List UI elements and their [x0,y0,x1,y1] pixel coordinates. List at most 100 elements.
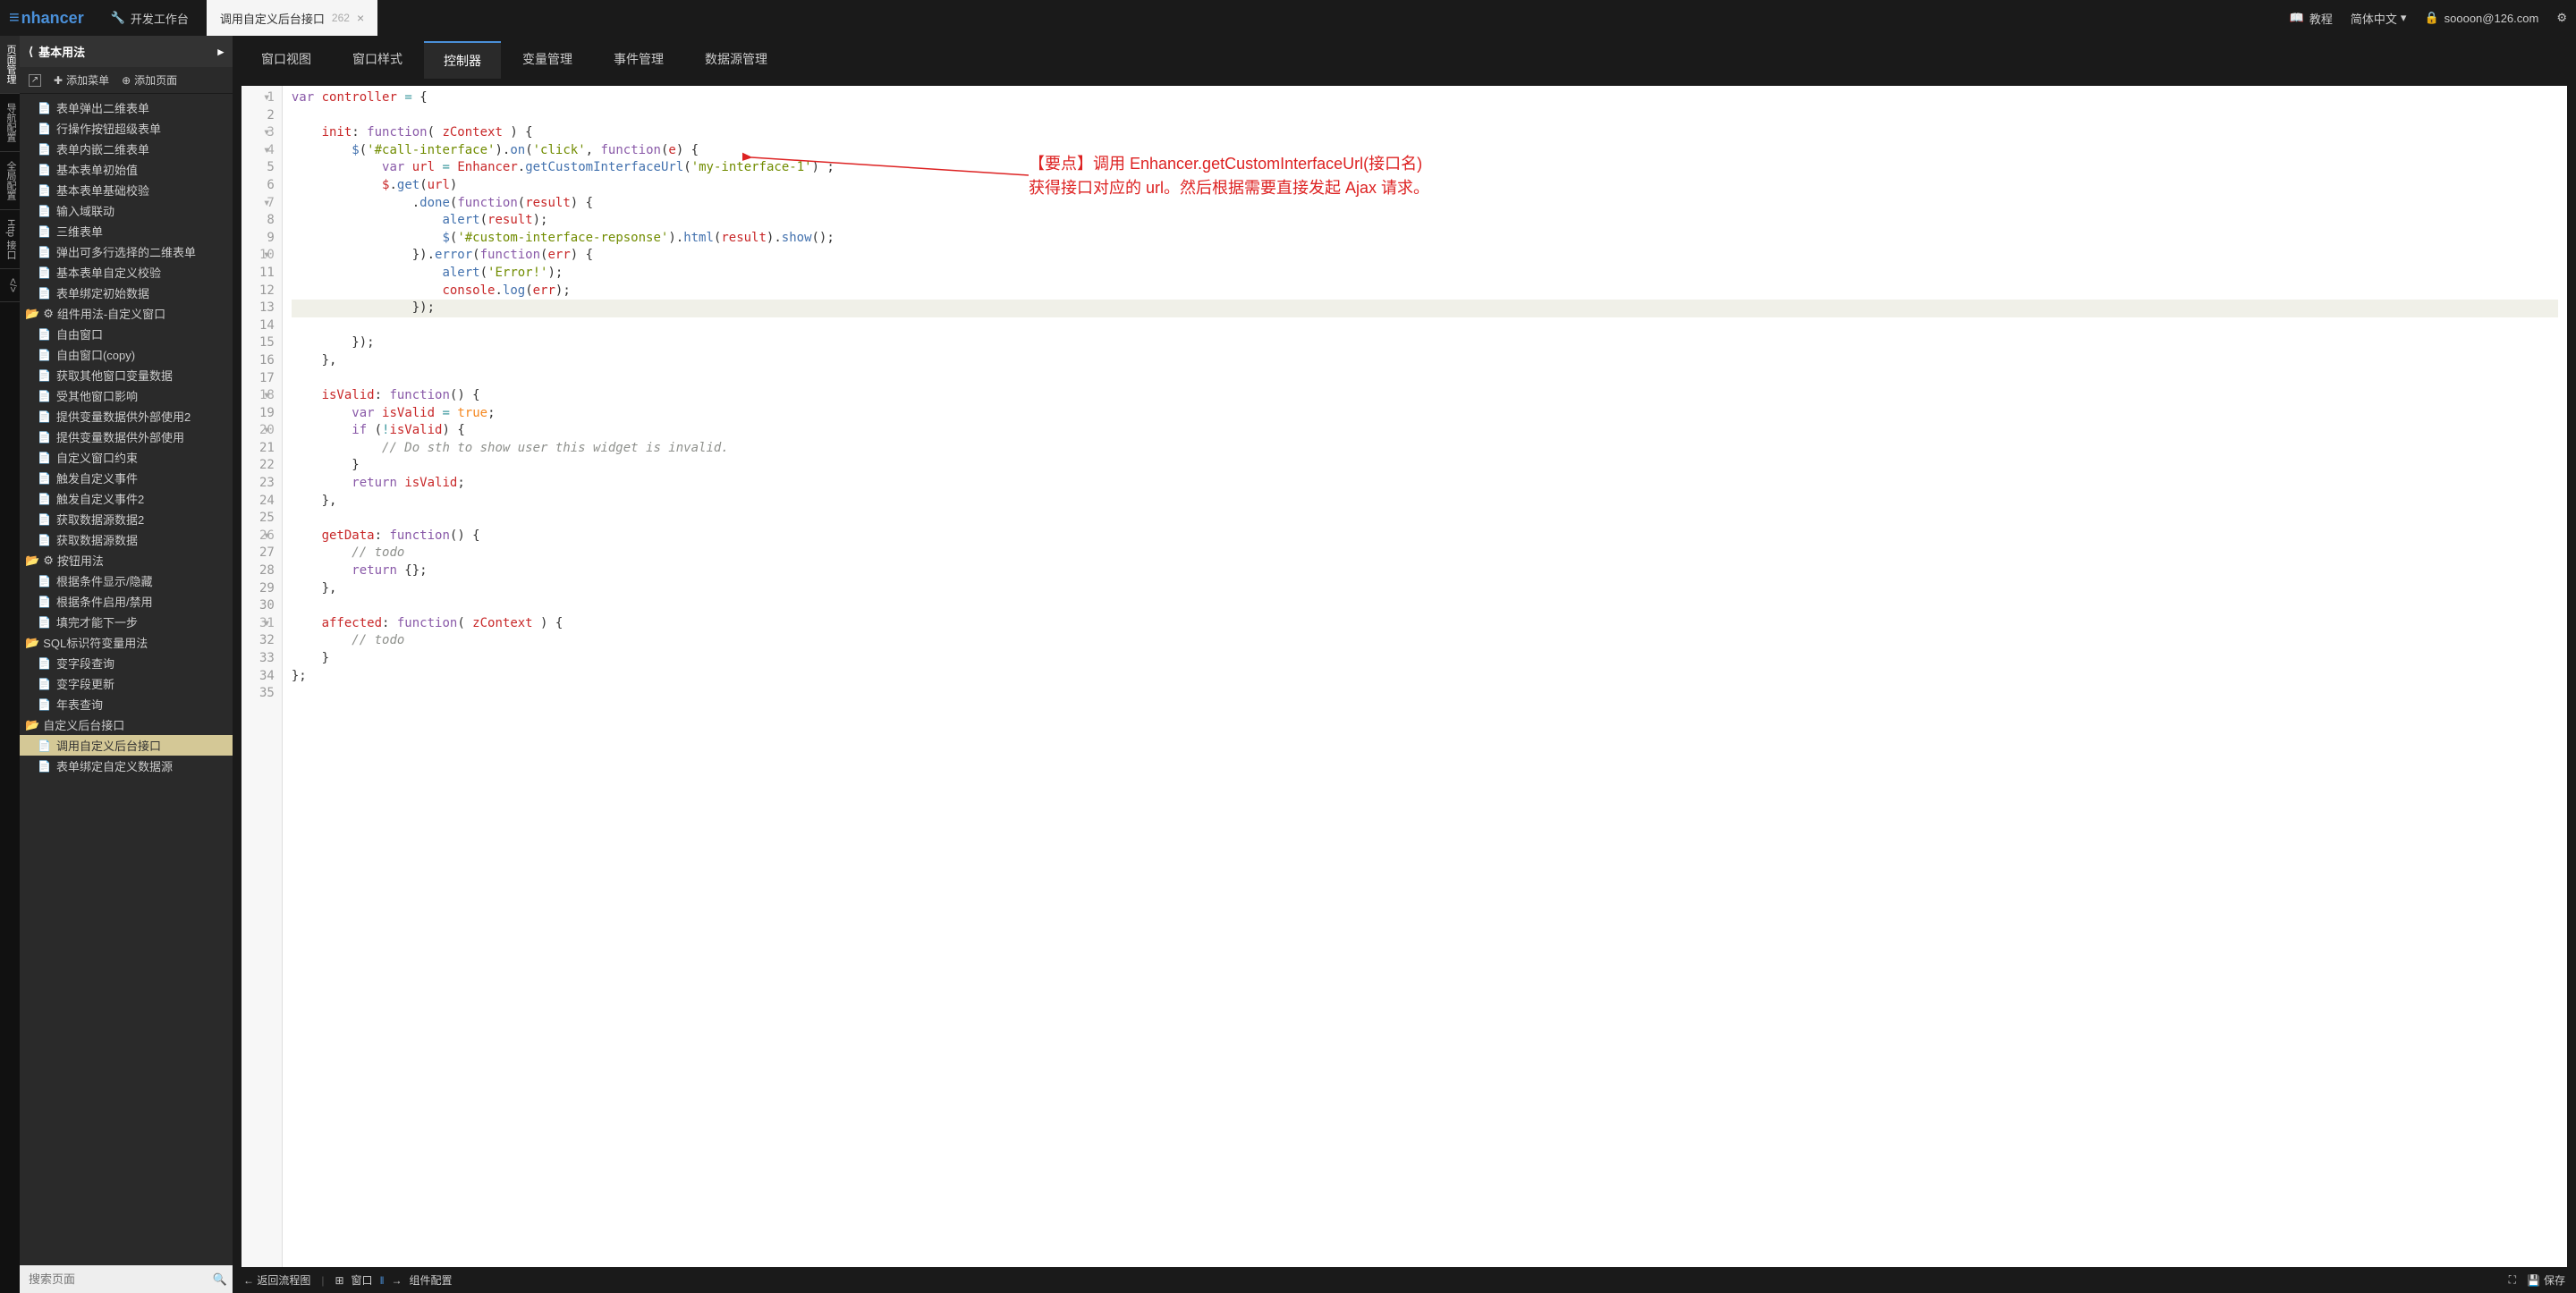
gear-icon[interactable]: ⚙ [2556,11,2567,25]
tree-item[interactable]: 📄三维表单 [20,221,233,241]
add-page-action[interactable]: ⊕添加页面 [122,72,177,88]
tree-group[interactable]: 📂SQL标识符变量用法 [20,632,233,653]
tree-item[interactable]: 📄自由窗口 [20,324,233,344]
tree-item[interactable]: 📄自定义窗口约束 [20,447,233,468]
open-tab[interactable]: 调用自定义后台接口 262 × [207,0,377,36]
user-menu[interactable]: 🔒 soooon@126.com [2424,11,2538,25]
tree-item[interactable]: 📄基本表单基础校验 [20,180,233,200]
tree-item[interactable]: 📄表单弹出二维表单 [20,97,233,118]
header-right: 📖 教程 简体中文 ▾ 🔒 soooon@126.com ⚙ [2290,10,2567,27]
footer: ← 返回流程图 | ⊞ 窗口 ‖ → 组件配置 ⛶ 💾 保存 [233,1267,2576,1293]
tree-item[interactable]: 📄弹出可多行选择的二维表单 [20,241,233,262]
tree-item[interactable]: 📄提供变量数据供外部使用 [20,427,233,447]
add-menu-action[interactable]: ✚添加菜单 [54,72,109,88]
tree-item[interactable]: 📄行操作按钮超级表单 [20,118,233,139]
gear-icon: ⚙ [43,307,54,321]
plus-circle-icon: ⊕ [122,74,131,87]
tree-item[interactable]: 📄输入域联动 [20,200,233,221]
tutorial-link[interactable]: 📖 教程 [2290,10,2333,27]
tree-group[interactable]: 📂⚙按钮用法 [20,550,233,570]
bc-window[interactable]: 窗口 [352,1272,373,1288]
file-icon: 📄 [38,513,51,526]
tree-item[interactable]: 📄表单内嵌二维表单 [20,139,233,159]
breadcrumb: ⊞ 窗口 ‖ → 组件配置 [335,1272,452,1288]
back-link[interactable]: ← 返回流程图 [243,1272,310,1288]
tree-item[interactable]: 📄获取数据源数据2 [20,509,233,529]
sub-tab[interactable]: 控制器 [424,41,501,79]
rail-tab-code[interactable]: </> [0,269,20,302]
rail-tab-pages[interactable]: 页面管理 [0,36,20,94]
file-icon: 📄 [38,328,51,341]
sub-tab[interactable]: 事件管理 [594,41,683,79]
rail-tab-nav[interactable]: 导航配置 [0,94,20,152]
tree-group[interactable]: 📂⚙组件用法-自定义窗口 [20,303,233,324]
folder-icon: 📂 [25,718,39,732]
sub-tab[interactable]: 窗口视图 [242,41,331,79]
search-bar: 🔍 [20,1265,233,1293]
file-icon: 📄 [38,410,51,423]
sub-tab[interactable]: 变量管理 [503,41,592,79]
wrench-icon: 🔧 [111,11,125,25]
grid-icon: ⊞ [335,1274,343,1287]
tree-item[interactable]: 📄触发自定义事件 [20,468,233,488]
tree-item[interactable]: 📄获取其他窗口变量数据 [20,365,233,385]
sub-tab[interactable]: 数据源管理 [685,41,787,79]
user-email: soooon@126.com [2445,12,2539,25]
rail-tab-global[interactable]: 全局配置 [0,152,20,210]
file-icon: 📄 [38,390,51,402]
tree-item[interactable]: 📄年表查询 [20,694,233,714]
code-area[interactable]: var controller = { init: function( zCont… [283,86,2567,1267]
tree-item[interactable]: 📄基本表单自定义校验 [20,262,233,283]
save-button[interactable]: 💾 保存 [2527,1272,2565,1288]
workspace-label: 开发工作台 [131,10,189,27]
logo-icon: ≡ [9,8,20,29]
tree-item[interactable]: 📄表单绑定初始数据 [20,283,233,303]
play-icon[interactable]: ▸ [217,45,224,59]
tree-item[interactable]: 📄调用自定义后台接口 [20,735,233,756]
tree-item[interactable]: 📄根据条件启用/禁用 [20,591,233,612]
logo: ≡nhancer [9,8,84,29]
tree-item[interactable]: 📄填完才能下一步 [20,612,233,632]
expand-button[interactable]: ⛶ [2509,1272,2516,1288]
tutorial-label: 教程 [2309,10,2333,27]
language-label: 简体中文 [2351,10,2397,27]
tree-item[interactable]: 📄获取数据源数据 [20,529,233,550]
chevron-down-icon: ▾ [2401,11,2407,25]
file-icon: 📄 [38,678,51,690]
file-icon: 📄 [38,349,51,361]
search-icon[interactable]: 🔍 [213,1272,227,1287]
tab-title: 调用自定义后台接口 [220,10,325,27]
close-icon[interactable]: × [357,11,364,25]
tree-item[interactable]: 📄表单绑定自定义数据源 [20,756,233,776]
bc-config[interactable]: 组件配置 [410,1272,453,1288]
collapse-icon[interactable]: ⟨ [29,45,33,59]
tree-item[interactable]: 📄提供变量数据供外部使用2 [20,406,233,427]
tree-group[interactable]: 📂自定义后台接口 [20,714,233,735]
file-icon: 📄 [38,493,51,505]
sub-tab[interactable]: 窗口样式 [333,41,422,79]
expand-action[interactable]: ↗ [29,74,41,87]
file-icon: 📄 [38,657,51,670]
workspace-link[interactable]: 🔧 开发工作台 [111,10,189,27]
page-tree: 📄表单弹出二维表单📄行操作按钮超级表单📄表单内嵌二维表单📄基本表单初始值📄基本表… [20,94,233,1265]
rail-tab-http[interactable]: Http 接口 [0,210,20,269]
folder-icon: 📂 [25,554,39,568]
tree-item[interactable]: 📄触发自定义事件2 [20,488,233,509]
file-icon: 📄 [38,164,51,176]
tree-item[interactable]: 📄变字段查询 [20,653,233,673]
tree-item[interactable]: 📄受其他窗口影响 [20,385,233,406]
file-icon: 📄 [38,698,51,711]
line-gutter: 1 ▾23 ▾4 ▾567 ▾8910 ▾1112131415161718 ▾1… [242,86,283,1267]
file-icon: 📄 [38,123,51,135]
tree-item[interactable]: 📄根据条件显示/隐藏 [20,570,233,591]
search-input[interactable] [25,1269,213,1289]
tree-item[interactable]: 📄自由窗口(copy) [20,344,233,365]
tree-item[interactable]: 📄基本表单初始值 [20,159,233,180]
file-icon: 📄 [38,596,51,608]
tree-item[interactable]: 📄变字段更新 [20,673,233,694]
file-icon: 📄 [38,472,51,485]
language-dropdown[interactable]: 简体中文 ▾ [2351,10,2407,27]
file-icon: 📄 [38,575,51,587]
plus-icon: ✚ [54,74,63,87]
pause-icon: ‖ [380,1274,385,1287]
